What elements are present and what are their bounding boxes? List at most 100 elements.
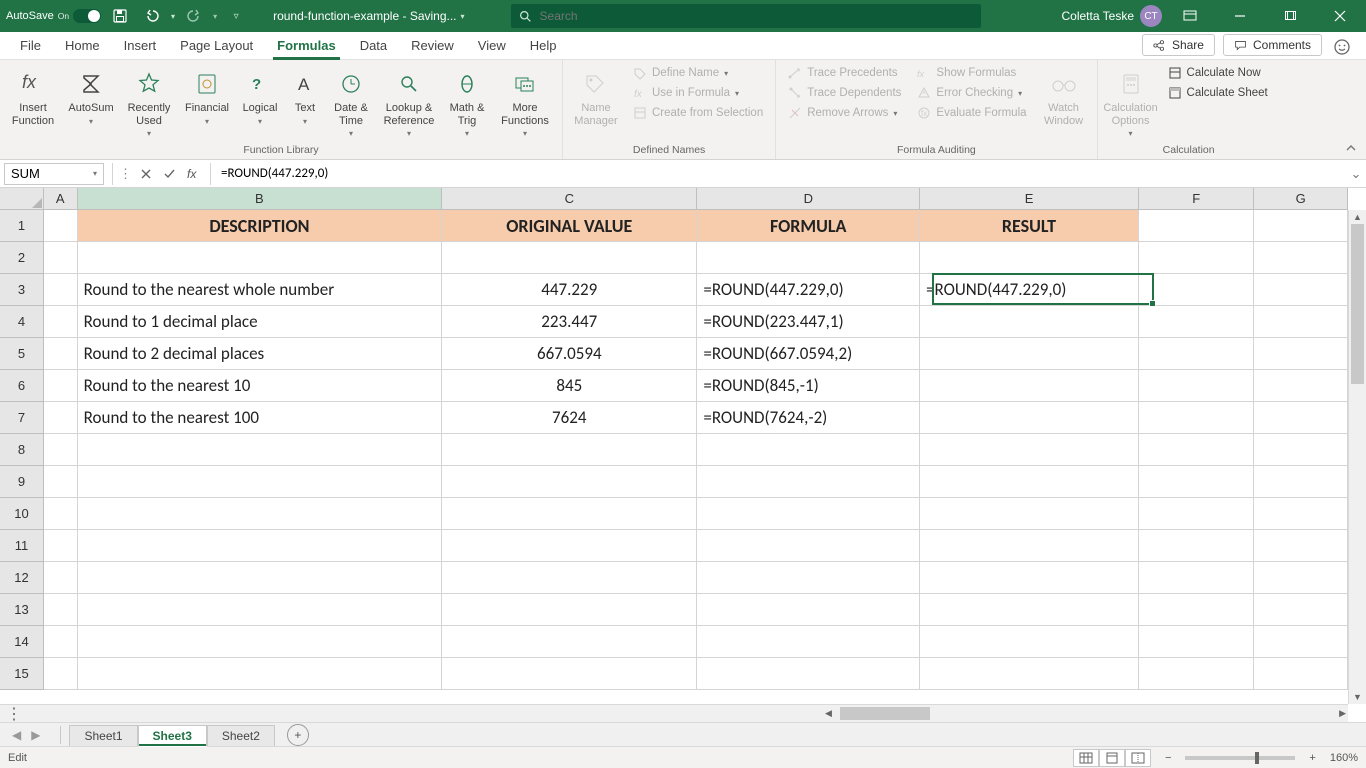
cell[interactable]	[1254, 562, 1348, 594]
cell[interactable]	[920, 658, 1139, 690]
cell[interactable]: 845	[442, 370, 697, 402]
ribbon-display-button[interactable]	[1168, 0, 1212, 32]
row-header-15[interactable]: 15	[0, 658, 44, 690]
cell[interactable]	[1139, 370, 1254, 402]
text-button[interactable]: A Text▾	[286, 64, 324, 131]
cell[interactable]: 7624	[442, 402, 697, 434]
cell[interactable]	[1254, 210, 1348, 242]
zoom-in-button[interactable]: +	[1305, 752, 1319, 764]
cell[interactable]	[697, 594, 920, 626]
formula-input[interactable]	[215, 166, 1346, 181]
cell[interactable]	[44, 530, 78, 562]
tab-file[interactable]: File	[8, 33, 53, 59]
cell[interactable]: =ROUND(845,-1)	[697, 370, 920, 402]
sheet-tab-sheet2[interactable]: Sheet2	[207, 725, 275, 746]
cell[interactable]	[442, 530, 697, 562]
tab-home[interactable]: Home	[53, 33, 112, 59]
row-header-14[interactable]: 14	[0, 626, 44, 658]
insert-function-button[interactable]: fx Insert Function	[6, 64, 60, 131]
cell[interactable]: Round to 2 decimal places	[78, 338, 443, 370]
cell[interactable]	[1139, 658, 1254, 690]
hscroll-thumb[interactable]	[840, 707, 930, 720]
autosave-toggle[interactable]: AutoSave On	[6, 9, 101, 23]
cell[interactable]	[44, 562, 78, 594]
lookup-reference-button[interactable]: Lookup & Reference▾	[378, 64, 440, 142]
view-page-layout-button[interactable]	[1099, 749, 1125, 767]
zoom-slider[interactable]	[1185, 756, 1295, 760]
cell[interactable]	[1254, 274, 1348, 306]
close-button[interactable]	[1318, 0, 1362, 32]
cell[interactable]	[442, 658, 697, 690]
logical-button[interactable]: ? Logical▾	[238, 64, 282, 131]
comments-button[interactable]: Comments	[1223, 34, 1322, 56]
tab-review[interactable]: Review	[399, 33, 466, 59]
cell[interactable]: Round to the nearest 100	[78, 402, 443, 434]
cell[interactable]	[1139, 466, 1254, 498]
cells-area[interactable]: DESCRIPTIONORIGINAL VALUEFORMULARESULTRo…	[44, 210, 1348, 704]
cell[interactable]	[1139, 562, 1254, 594]
row-header-1[interactable]: 1	[0, 210, 44, 242]
cell[interactable]	[1254, 498, 1348, 530]
cell[interactable]: RESULT	[920, 210, 1139, 242]
cell[interactable]	[442, 466, 697, 498]
cell[interactable]	[78, 434, 443, 466]
row-header-4[interactable]: 4	[0, 306, 44, 338]
cell[interactable]	[920, 562, 1139, 594]
row-header-13[interactable]: 13	[0, 594, 44, 626]
cell[interactable]	[442, 498, 697, 530]
column-header-f[interactable]: F	[1139, 188, 1254, 210]
row-header-3[interactable]: 3	[0, 274, 44, 306]
redo-button[interactable]	[181, 3, 207, 29]
cell[interactable]	[1139, 594, 1254, 626]
tab-view[interactable]: View	[466, 33, 518, 59]
tab-help[interactable]: Help	[518, 33, 569, 59]
cell[interactable]	[1139, 498, 1254, 530]
add-sheet-button[interactable]: +	[287, 724, 309, 746]
cell[interactable]	[44, 626, 78, 658]
cell[interactable]	[78, 594, 443, 626]
cell[interactable]	[1254, 338, 1348, 370]
zoom-level[interactable]: 160%	[1330, 752, 1358, 764]
cell[interactable]	[1139, 626, 1254, 658]
row-header-9[interactable]: 9	[0, 466, 44, 498]
enter-edit-button[interactable]	[158, 163, 182, 185]
row-header-10[interactable]: 10	[0, 498, 44, 530]
autosum-button[interactable]: AutoSum▾	[64, 64, 118, 131]
cell[interactable]	[44, 370, 78, 402]
sheet-tab-sheet1[interactable]: Sheet1	[69, 725, 137, 746]
cell[interactable]	[1139, 338, 1254, 370]
cell[interactable]	[44, 658, 78, 690]
tab-insert[interactable]: Insert	[112, 33, 169, 59]
cell[interactable]: =ROUND(447.229,0)	[697, 274, 920, 306]
cell[interactable]	[44, 498, 78, 530]
cell[interactable]	[920, 466, 1139, 498]
cell[interactable]: =ROUND(223.447,1)	[697, 306, 920, 338]
expand-formula-bar-button[interactable]: ⌄	[1346, 166, 1366, 182]
cell[interactable]	[78, 530, 443, 562]
cell[interactable]	[44, 466, 78, 498]
cell[interactable]	[920, 402, 1139, 434]
cell[interactable]	[78, 242, 443, 274]
insert-function-small-button[interactable]: fx	[182, 163, 206, 185]
cell[interactable]	[1254, 658, 1348, 690]
cell[interactable]	[920, 338, 1139, 370]
row-header-6[interactable]: 6	[0, 370, 44, 402]
cell[interactable]: 667.0594	[442, 338, 697, 370]
cell[interactable]	[920, 242, 1139, 274]
cell[interactable]	[1254, 530, 1348, 562]
tab-scroll-handle[interactable]: ⋮	[0, 704, 28, 723]
cell[interactable]: =ROUND(447.229,0)	[920, 274, 1139, 306]
math-trig-button[interactable]: Math & Trig▾	[444, 64, 490, 142]
cell[interactable]: 447.229	[442, 274, 697, 306]
cell[interactable]	[1254, 306, 1348, 338]
cell[interactable]	[78, 498, 443, 530]
cell[interactable]	[44, 338, 78, 370]
search-box[interactable]	[511, 4, 981, 28]
column-header-e[interactable]: E	[920, 188, 1139, 210]
cell[interactable]: ORIGINAL VALUE	[442, 210, 697, 242]
select-all-corner[interactable]	[0, 188, 44, 210]
cell[interactable]	[697, 434, 920, 466]
horizontal-scrollbar[interactable]: ⋮ ◀ ▶	[0, 704, 1348, 722]
resize-handle[interactable]: ⋮	[117, 166, 134, 182]
cell[interactable]	[78, 626, 443, 658]
